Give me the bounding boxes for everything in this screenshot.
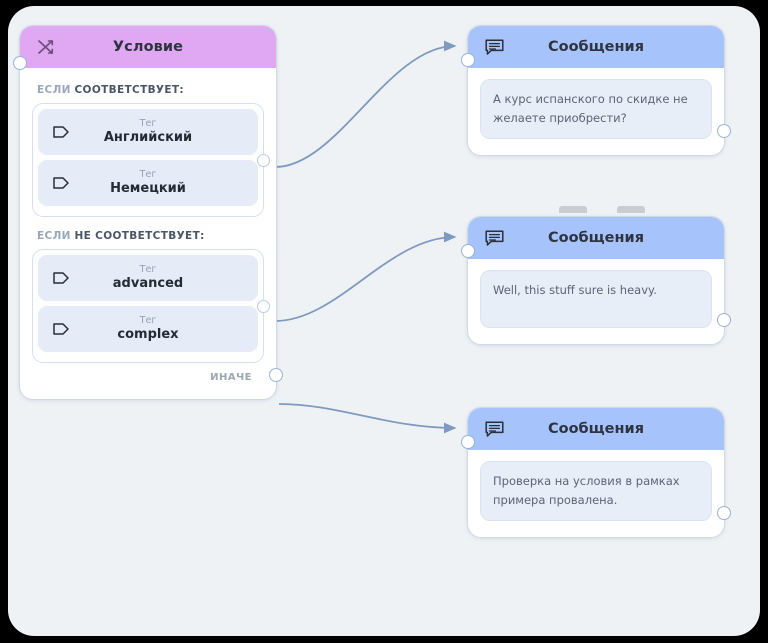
msg-1-input[interactable]	[461, 53, 475, 67]
msg-2-input[interactable]	[461, 244, 475, 258]
hidden-control-tab	[559, 206, 587, 213]
tag-item[interactable]: Тег Английский	[38, 109, 258, 155]
msg-3-output[interactable]	[717, 505, 731, 520]
edge-else	[278, 403, 457, 434]
tag-item[interactable]: Тег Немецкий	[38, 160, 258, 206]
tag-item[interactable]: Тег advanced	[38, 255, 258, 301]
tag-value: Немецкий	[110, 181, 186, 197]
branch-label-match: ЕСЛИ СООТВЕТСТВУЕТ:	[37, 84, 264, 96]
else-label: ИНАЧЕ	[210, 372, 252, 383]
tag-kind-label: Тег	[139, 264, 157, 276]
condition-input-port[interactable]	[13, 56, 27, 70]
condition-node[interactable]: Условие ЕСЛИ СООТВЕТСТВУЕТ: Тег Английск…	[13, 25, 283, 400]
branch-title: НЕ СООТВЕТСТВУЕТ:	[74, 230, 205, 242]
message-icon	[484, 228, 505, 249]
condition-node-title: Условие	[112, 39, 184, 55]
condition-node-body: ЕСЛИ СООТВЕТСТВУЕТ: Тег Английский Тег Н…	[20, 68, 276, 399]
message-node[interactable]: Сообщения Проверка на условия в рамках п…	[461, 407, 731, 538]
message-node-body: Well, this stuff sure is heavy.	[468, 259, 724, 344]
branch-title: СООТВЕТСТВУЕТ:	[74, 84, 184, 96]
tag-kind-label: Тег	[139, 118, 157, 130]
tag-value: advanced	[112, 276, 184, 292]
branch-label-nomatch: ЕСЛИ НЕ СООТВЕТСТВУЕТ:	[37, 230, 264, 242]
message-node-title: Сообщения	[547, 421, 645, 437]
branch-prefix: ЕСЛИ	[37, 84, 71, 96]
tag-group-nomatch[interactable]: Тег advanced Тег complex	[32, 249, 270, 363]
tag-kind-label: Тег	[139, 315, 157, 327]
msg-3-input[interactable]	[461, 435, 475, 449]
tag-value: complex	[117, 327, 179, 343]
message-node-title: Сообщения	[547, 39, 645, 55]
tag-icon	[52, 269, 70, 287]
shuffle-branch-icon	[36, 37, 56, 57]
message-node-header[interactable]: Сообщения	[468, 408, 724, 450]
message-icon	[484, 37, 505, 58]
message-node[interactable]: Сообщения Well, this stuff sure is heavy…	[461, 216, 731, 345]
message-text[interactable]: Проверка на условия в рамках примера про…	[480, 461, 712, 521]
flow-canvas[interactable]: Условие ЕСЛИ СООТВЕТСТВУЕТ: Тег Английск…	[8, 6, 760, 636]
msg-2-output[interactable]	[717, 313, 731, 327]
tag-icon	[52, 123, 70, 141]
else-branch-row: ИНАЧЕ	[32, 367, 264, 393]
condition-output-else[interactable]	[269, 368, 283, 382]
message-node-body: А курс испанского по скидке не желаете п…	[468, 68, 724, 155]
message-node[interactable]: Сообщения А курс испанского по скидке не…	[461, 25, 731, 156]
tag-value: Английский	[103, 130, 193, 146]
tag-icon	[52, 174, 70, 192]
hidden-control-tab	[617, 206, 645, 213]
message-node-header[interactable]: Сообщения	[468, 26, 724, 68]
message-text[interactable]: Well, this stuff sure is heavy.	[480, 270, 712, 328]
condition-output-nomatch[interactable]	[257, 299, 270, 313]
edge-match	[274, 40, 457, 168]
message-node-body: Проверка на условия в рамках примера про…	[468, 450, 724, 537]
condition-node-header[interactable]: Условие	[20, 26, 276, 68]
edge-nomatch	[274, 231, 457, 322]
branch-prefix: ЕСЛИ	[37, 230, 71, 242]
message-node-title: Сообщения	[547, 230, 645, 246]
tag-group-match[interactable]: Тег Английский Тег Немецкий	[32, 103, 270, 217]
tag-icon	[52, 320, 70, 338]
msg-1-output[interactable]	[717, 123, 731, 138]
message-node-header[interactable]: Сообщения	[468, 217, 724, 259]
tag-kind-label: Тег	[139, 169, 157, 181]
tag-item[interactable]: Тег complex	[38, 306, 258, 352]
message-icon	[484, 419, 505, 440]
condition-output-match[interactable]	[257, 153, 270, 167]
message-text[interactable]: А курс испанского по скидке не желаете п…	[480, 79, 712, 139]
